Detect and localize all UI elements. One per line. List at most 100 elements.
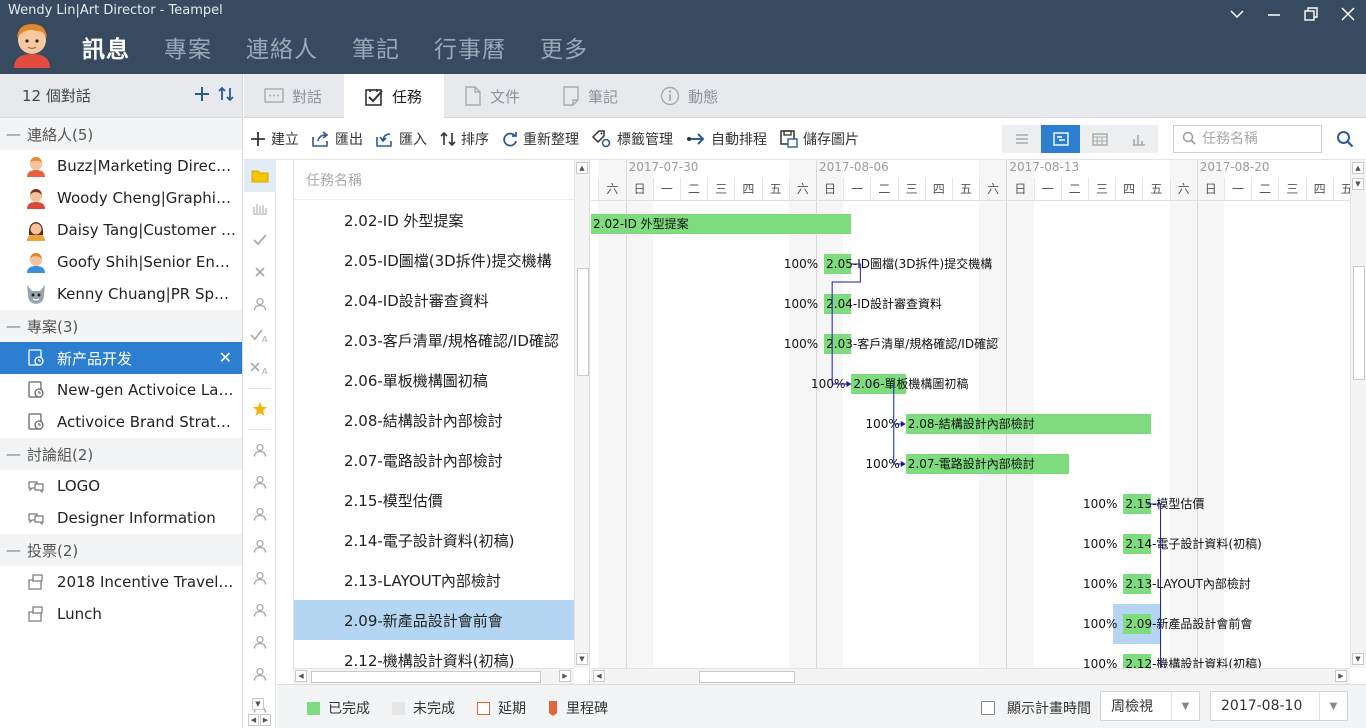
star-filter-icon[interactable] (244, 393, 276, 425)
contact-item[interactable]: Woody Cheng|Graphic ... (0, 182, 242, 214)
filter-scroll[interactable]: ▼ ◀ ▶ (246, 698, 274, 728)
scroll-left-arrow[interactable]: ◀ (248, 714, 259, 726)
close-window-button[interactable] (1329, 0, 1366, 28)
task-name-filter[interactable]: 任務名稱 (294, 160, 574, 200)
scroll-up-arrow[interactable]: ▲ (576, 162, 588, 174)
tab-tasks[interactable]: 任務 (344, 74, 445, 119)
group-discussions[interactable]: — 討論組(2) (0, 438, 242, 470)
task-row[interactable]: 2.13-LAYOUT內部檢討 (294, 560, 574, 600)
task-row[interactable]: 2.08-結構設計內部檢討 (294, 400, 574, 440)
sort-button[interactable]: 排序 (440, 129, 489, 149)
discussion-item[interactable]: LOGO (0, 470, 242, 502)
task-search-input[interactable] (1202, 131, 1312, 147)
scroll-right-arrow[interactable]: ▶ (260, 714, 271, 726)
scroll-up-arrow[interactable]: ▲ (1352, 162, 1364, 174)
export-button[interactable]: 匯出 (312, 129, 363, 149)
scroll-right-arrow[interactable]: ▶ (1335, 670, 1347, 682)
sort-icon[interactable] (218, 86, 234, 106)
task-row[interactable]: 2.15-模型估價 (294, 480, 574, 520)
list-view-button[interactable] (1002, 125, 1041, 153)
task-row[interactable]: 2.04-ID設計審查資料 (294, 280, 574, 320)
contact-item[interactable]: Kenny Chuang|PR Speci... (0, 278, 242, 310)
nav-contacts[interactable]: 連絡人 (246, 30, 318, 64)
nav-calendar[interactable]: 行事曆 (434, 30, 506, 64)
group-contacts[interactable]: — 連絡人(5) (0, 118, 242, 150)
save-image-button[interactable]: 儲存圖片 (780, 129, 859, 149)
member-filter-icon[interactable] (244, 498, 276, 530)
import-button[interactable]: 匯入 (376, 129, 427, 149)
discussion-item[interactable]: Designer Information (0, 502, 242, 534)
project-item[interactable]: Activoice Brand Strategy (0, 406, 242, 438)
member-filter-icon[interactable] (244, 434, 276, 466)
gantt-hscroll[interactable]: ◀ ▶ (591, 668, 1350, 684)
scroll-down-arrow[interactable]: ▼ (1352, 178, 1364, 190)
group-votes[interactable]: — 投票(2) (0, 534, 242, 566)
minimize-button[interactable] (1255, 0, 1292, 28)
scroll-thumb[interactable] (699, 671, 795, 683)
scroll-left-arrow[interactable]: ◀ (593, 670, 605, 682)
nav-projects[interactable]: 專案 (164, 30, 212, 64)
task-row[interactable]: 2.06-單板機構圖初稿 (294, 360, 574, 400)
auto-schedule-button[interactable]: 自動排程 (686, 129, 767, 149)
nav-notes[interactable]: 筆記 (352, 30, 400, 64)
nav-more[interactable]: 更多 (540, 30, 588, 64)
check-assignee-filter-icon[interactable]: A (244, 320, 276, 352)
scroll-thumb[interactable] (1353, 266, 1365, 380)
create-button[interactable]: 建立 (250, 129, 299, 149)
member-filter-icon[interactable] (244, 594, 276, 626)
scroll-down-arrow[interactable]: ▼ (576, 653, 588, 665)
add-icon[interactable] (194, 86, 210, 106)
task-row[interactable]: 2.12-機構設計資料(初稿) (294, 640, 574, 669)
nav-messages[interactable]: 訊息 (82, 30, 130, 64)
contact-item[interactable]: Daisy Tang|Customer Se... (0, 214, 242, 246)
member-filter-icon[interactable] (244, 562, 276, 594)
view-mode-select[interactable]: 周檢視 ▼ (1100, 691, 1200, 721)
scroll-down-arrow[interactable]: ▼ (252, 698, 264, 710)
task-row[interactable]: 2.07-電路設計內部檢討 (294, 440, 574, 480)
task-row[interactable]: 2.05-ID圖檔(3D拆件)提交機構 (294, 240, 574, 280)
vote-item[interactable]: Lunch (0, 598, 242, 630)
gantt-view-button[interactable] (1041, 125, 1080, 153)
task-list-vscroll[interactable]: ▲ ▼ (574, 160, 589, 668)
show-plan-checkbox[interactable] (981, 701, 995, 715)
task-row-selected[interactable]: 2.09-新產品設計會前會 (294, 600, 574, 640)
search-button[interactable] (1336, 130, 1354, 152)
scroll-down-arrow[interactable]: ▼ (1352, 653, 1364, 665)
person-filter-icon[interactable] (244, 288, 276, 320)
cross-filter-icon[interactable] (244, 256, 276, 288)
chart-view-button[interactable] (1119, 125, 1158, 153)
project-item[interactable]: New-gen Activoice Laun... (0, 374, 242, 406)
member-filter-icon[interactable] (244, 658, 276, 690)
scroll-left-arrow[interactable]: ◀ (295, 670, 307, 682)
task-list-hscroll[interactable]: ◀ ▶ (293, 668, 574, 684)
task-row[interactable]: 2.03-客戶清單/規格確認/ID確認 (294, 320, 574, 360)
tab-chat[interactable]: 對話 (244, 74, 344, 118)
refresh-button[interactable]: 重新整理 (502, 129, 579, 149)
scroll-right-arrow[interactable]: ▶ (559, 670, 571, 682)
cross-assignee-filter-icon[interactable]: A (244, 352, 276, 384)
tab-files[interactable]: 文件 (444, 74, 542, 118)
vote-item[interactable]: 2018 Incentive Travel D... (0, 566, 242, 598)
task-row[interactable]: 2.14-電子設計資料(初稿) (294, 520, 574, 560)
scroll-thumb[interactable] (577, 268, 589, 376)
tab-notes[interactable]: 筆記 (542, 74, 640, 118)
tab-activity[interactable]: 動態 (640, 74, 740, 118)
task-row[interactable]: 2.02-ID 外型提案 (294, 200, 574, 240)
check-filter-icon[interactable] (244, 224, 276, 256)
scroll-thumb[interactable] (311, 671, 541, 683)
calendar-view-button[interactable] (1080, 125, 1119, 153)
member-filter-icon[interactable] (244, 626, 276, 658)
group-projects[interactable]: — 專案(3) (0, 310, 242, 342)
gantt-vscroll[interactable]: ▲ ▼ ▼ (1350, 160, 1366, 668)
contact-item[interactable]: Buzz|Marketing Director (0, 150, 242, 182)
member-filter-icon[interactable] (244, 530, 276, 562)
member-filter-icon[interactable] (244, 466, 276, 498)
user-avatar[interactable] (12, 20, 52, 68)
restore-button[interactable] (1292, 0, 1329, 28)
project-item-selected[interactable]: 新产品开发 ✕ (0, 342, 242, 374)
bar-chart-filter-icon[interactable] (244, 192, 276, 224)
show-plan-time-toggle[interactable]: 顯示計畫時間 (981, 698, 1091, 718)
folder-filter-icon[interactable] (244, 160, 276, 192)
close-icon[interactable]: ✕ (219, 348, 232, 367)
contact-item[interactable]: Goofy Shih|Senior Engin... (0, 246, 242, 278)
